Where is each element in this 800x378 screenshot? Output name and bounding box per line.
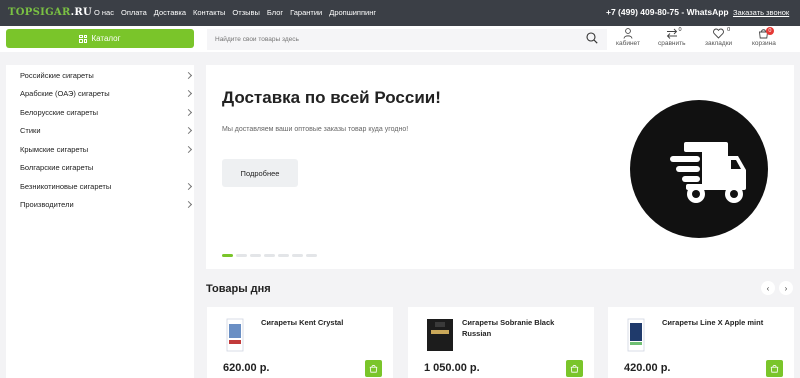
add-to-cart-button[interactable] xyxy=(566,360,583,377)
cart-icon xyxy=(369,365,378,373)
nav-link-dropshipping[interactable]: Дропшиппинг xyxy=(329,8,376,17)
nav-link-payment[interactable]: Оплата xyxy=(121,8,147,17)
nav-link-about[interactable]: О нас xyxy=(94,8,114,17)
sidebar-item-belarusian[interactable]: Белорусские сигареты xyxy=(20,108,98,117)
product-price: 420.00 р. xyxy=(624,362,671,374)
section-title: Товары дня xyxy=(206,283,271,295)
slider-dot[interactable] xyxy=(278,254,289,257)
slider-dot[interactable] xyxy=(222,254,233,257)
sidebar-item-crimean[interactable]: Крымские сигареты xyxy=(20,145,88,154)
cart-icon xyxy=(770,365,779,373)
product-card[interactable]: Сигареты Kent Crystal 620.00 р. xyxy=(207,307,393,378)
bookmarks-label: закладки xyxy=(705,40,733,47)
sidebar-item-nicotine-free[interactable]: Безникотиновые сигареты xyxy=(20,182,111,191)
chevron-right-icon xyxy=(184,182,193,191)
top-nav: О нас Оплата Доставка Контакты Отзывы Бл… xyxy=(94,8,383,17)
compare-icon xyxy=(666,28,677,39)
product-name[interactable]: Сигареты Line X Apple mint xyxy=(662,318,782,329)
bookmarks-button[interactable]: 0 закладки xyxy=(705,27,733,47)
callback-link[interactable]: Заказать звонок xyxy=(733,8,789,17)
account-label: кабинет xyxy=(616,40,640,47)
add-to-cart-button[interactable] xyxy=(766,360,783,377)
sidebar-item-bulgarian[interactable]: Болгарские сигареты xyxy=(20,163,93,172)
catalog-label: Каталог xyxy=(91,34,121,43)
chevron-right-icon xyxy=(184,108,193,117)
slider-dot[interactable] xyxy=(236,254,247,257)
search-input[interactable] xyxy=(207,29,607,50)
cart-icon xyxy=(570,365,579,373)
product-price: 620.00 р. xyxy=(223,362,270,374)
chevron-right-icon xyxy=(184,145,193,154)
compare-label: сравнить xyxy=(658,40,686,47)
slider-dots xyxy=(222,254,317,257)
product-name[interactable]: Сигареты Kent Crystal xyxy=(261,318,381,329)
carousel-prev-button[interactable]: ‹ xyxy=(761,281,775,295)
compare-count: 0 xyxy=(678,27,682,33)
nav-link-contacts[interactable]: Контакты xyxy=(193,8,225,17)
chevron-right-icon xyxy=(184,200,193,209)
search-icon[interactable] xyxy=(586,32,598,44)
banner-subtitle: Мы доставляем ваши оптовые заказы товар … xyxy=(222,126,409,133)
cart-button[interactable]: 0 корзина xyxy=(752,27,776,47)
nav-link-blog[interactable]: Блог xyxy=(267,8,283,17)
slider-dot[interactable] xyxy=(292,254,303,257)
add-to-cart-button[interactable] xyxy=(365,360,382,377)
cart-label: корзина xyxy=(752,40,776,47)
sidebar-item-manufacturers[interactable]: Производители xyxy=(20,200,74,209)
more-button[interactable]: Подробнее xyxy=(222,159,298,187)
delivery-truck-icon xyxy=(630,100,768,238)
nav-link-reviews[interactable]: Отзывы xyxy=(232,8,259,17)
promo-banner: Доставка по всей России! Мы доставляем в… xyxy=(206,65,794,269)
product-price: 1 050.00 р. xyxy=(424,362,480,374)
chevron-right-icon xyxy=(184,71,193,80)
chevron-left-icon: ‹ xyxy=(766,283,770,293)
header: Каталог кабинет 0 сравнить 0 закладки 0 … xyxy=(0,26,800,52)
slider-dot[interactable] xyxy=(250,254,261,257)
grid-icon xyxy=(79,34,88,43)
sidebar-item-russian[interactable]: Российские сигареты xyxy=(20,71,94,80)
product-card[interactable]: Сигареты Sobranie Black Russian 1 050.00… xyxy=(408,307,594,378)
compare-button[interactable]: 0 сравнить xyxy=(658,27,686,47)
site-logo[interactable]: TOPSIGAR.RU xyxy=(8,7,92,18)
product-name[interactable]: Сигареты Sobranie Black Russian xyxy=(462,318,582,339)
slider-dot[interactable] xyxy=(306,254,317,257)
account-button[interactable]: кабинет xyxy=(616,28,640,47)
phone-number[interactable]: +7 (499) 409-80-75 - WhatsApp xyxy=(606,7,729,17)
top-bar: TOPSIGAR.RU О нас Оплата Доставка Контак… xyxy=(0,0,800,26)
product-card[interactable]: Сигареты Line X Apple mint 420.00 р. xyxy=(608,307,794,378)
heart-icon xyxy=(713,28,724,39)
catalog-button[interactable]: Каталог xyxy=(6,29,194,48)
product-image xyxy=(627,318,645,352)
chevron-right-icon xyxy=(184,89,193,98)
product-image xyxy=(226,318,244,352)
chevron-right-icon xyxy=(184,126,193,135)
nav-link-delivery[interactable]: Доставка xyxy=(154,8,186,17)
category-sidebar: Российские сигареты Арабские (ОАЭ) сигар… xyxy=(6,65,194,378)
bookmarks-count: 0 xyxy=(727,27,731,33)
carousel-next-button[interactable]: › xyxy=(779,281,793,295)
chevron-right-icon: › xyxy=(784,283,788,293)
user-icon xyxy=(623,28,633,39)
sidebar-item-arabic[interactable]: Арабские (ОАЭ) сигареты xyxy=(20,89,110,98)
cart-count-badge: 0 xyxy=(765,27,774,35)
slider-dot[interactable] xyxy=(264,254,275,257)
nav-link-guarantees[interactable]: Гарантии xyxy=(290,8,322,17)
sidebar-item-sticks[interactable]: Стики xyxy=(20,126,41,135)
product-image xyxy=(427,319,453,351)
banner-title: Доставка по всей России! xyxy=(222,88,441,107)
